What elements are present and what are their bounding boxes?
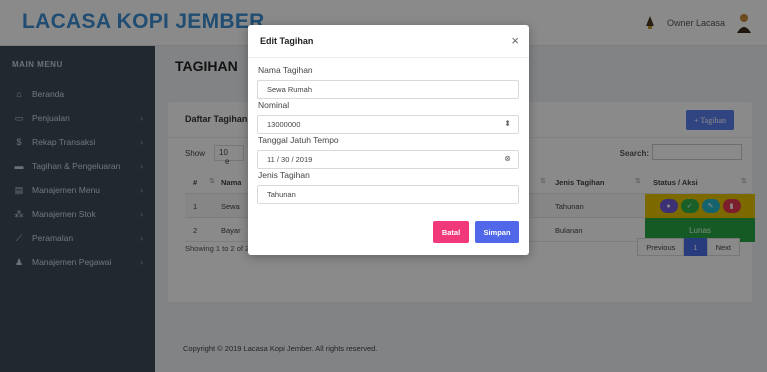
tanggal-jatuh-tempo-label: Tanggal Jatuh Tempo	[258, 135, 339, 145]
nominal-value: 13000000	[267, 120, 301, 129]
jenis-tagihan-value: Tahunan	[267, 190, 296, 199]
jenis-tagihan-label: Jenis Tagihan	[258, 170, 310, 180]
nominal-label: Nominal	[258, 100, 290, 110]
clear-date-icon[interactable]: ⊗	[504, 154, 511, 163]
number-spinner-icon[interactable]: ⬍	[504, 119, 511, 128]
save-button[interactable]: Simpan	[475, 221, 519, 243]
nama-tagihan-value: Sewa Rumah	[267, 85, 313, 94]
cancel-button[interactable]: Batal	[433, 221, 469, 243]
close-icon[interactable]: ×	[511, 33, 519, 48]
jenis-tagihan-select[interactable]: Tahunan	[257, 185, 519, 204]
modal-title: Edit Tagihan	[260, 36, 314, 46]
edit-tagihan-modal: Edit Tagihan × Nama Tagihan Sewa Rumah N…	[248, 25, 529, 255]
nama-tagihan-input[interactable]: Sewa Rumah	[257, 80, 519, 99]
tanggal-jatuh-tempo-value: 11 / 30 / 2019	[267, 155, 313, 164]
tanggal-jatuh-tempo-input[interactable]: 11 / 30 / 2019 ⊗	[257, 150, 519, 169]
nominal-input[interactable]: 13000000 ⬍	[257, 115, 519, 134]
nama-tagihan-label: Nama Tagihan	[258, 65, 313, 75]
modal-divider	[248, 57, 529, 58]
